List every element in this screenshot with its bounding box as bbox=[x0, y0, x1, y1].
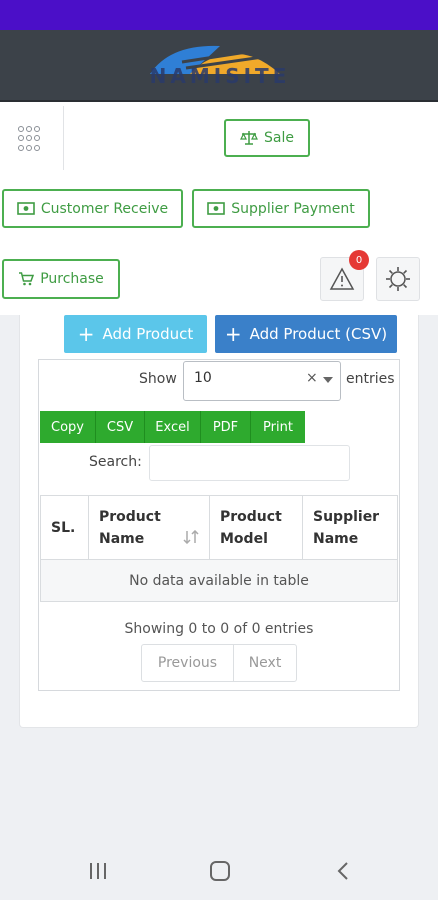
table-row: No data available in table bbox=[40, 559, 398, 602]
divider bbox=[63, 106, 64, 170]
entries-label: entries bbox=[346, 371, 395, 387]
pdf-button[interactable]: PDF bbox=[201, 411, 251, 443]
plus-icon: + bbox=[77, 322, 95, 346]
add-product-csv-button[interactable]: + Add Product (CSV) bbox=[215, 315, 397, 353]
namisite-logo[interactable]: NAMISITE bbox=[110, 40, 330, 96]
customer-receive-label: Customer Receive bbox=[40, 200, 169, 217]
column-header-product-name-label: Product Name bbox=[99, 508, 161, 547]
scale-icon bbox=[240, 131, 258, 145]
table-info: Showing 0 to 0 of 0 entries bbox=[124, 621, 314, 637]
purchase-label: Purchase bbox=[40, 271, 104, 287]
customer-receive-button[interactable]: Customer Receive bbox=[2, 189, 183, 228]
system-navigation-bar bbox=[0, 845, 438, 900]
logo-text: NAMISITE bbox=[149, 64, 291, 88]
column-header-product-model-label: Product Model bbox=[220, 508, 282, 547]
print-button[interactable]: Print bbox=[251, 411, 305, 443]
caret-down-icon bbox=[323, 377, 333, 383]
table-header-row: SL. Product Name Product Model Supplier … bbox=[40, 495, 398, 560]
sale-button[interactable]: Sale bbox=[224, 119, 310, 157]
search-input[interactable] bbox=[149, 445, 350, 481]
copy-button[interactable]: Copy bbox=[40, 411, 96, 443]
page-size-select[interactable]: 10 × bbox=[183, 361, 341, 401]
csv-button[interactable]: CSV bbox=[96, 411, 145, 443]
column-header-product-model[interactable]: Product Model bbox=[209, 495, 303, 560]
add-product-button[interactable]: + Add Product bbox=[64, 315, 207, 353]
supplier-payment-label: Supplier Payment bbox=[231, 200, 355, 217]
money-icon bbox=[17, 202, 35, 215]
empty-message: No data available in table bbox=[40, 559, 398, 602]
shopping-cart-icon bbox=[19, 272, 35, 286]
search-label: Search: bbox=[89, 454, 142, 470]
settings-button[interactable] bbox=[376, 257, 420, 301]
back-icon[interactable] bbox=[336, 861, 350, 881]
warning-icon bbox=[329, 267, 355, 290]
brand-header: NAMISITE bbox=[0, 30, 438, 102]
plus-icon: + bbox=[224, 322, 242, 346]
pagination: Previous Next bbox=[141, 644, 297, 682]
sale-label: Sale bbox=[264, 130, 294, 146]
column-header-supplier-name[interactable]: Supplier Name bbox=[302, 495, 398, 560]
column-header-product-name[interactable]: Product Name bbox=[88, 495, 210, 560]
status-bar bbox=[0, 0, 438, 30]
recent-apps-icon[interactable] bbox=[88, 862, 108, 880]
show-label: Show bbox=[139, 371, 177, 387]
add-product-csv-label: Add Product (CSV) bbox=[249, 325, 388, 343]
product-table: SL. Product Name Product Model Supplier … bbox=[40, 495, 398, 602]
money-icon bbox=[207, 202, 226, 215]
add-product-label: Add Product bbox=[102, 325, 194, 343]
page-size-value: 10 bbox=[194, 370, 212, 386]
app-grid-menu-icon[interactable] bbox=[18, 126, 44, 152]
clear-icon[interactable]: × bbox=[306, 370, 318, 386]
next-button[interactable]: Next bbox=[234, 645, 296, 681]
export-button-group: Copy CSV Excel PDF Print bbox=[40, 411, 305, 443]
sort-icon bbox=[183, 530, 199, 544]
purchase-button[interactable]: Purchase bbox=[2, 259, 120, 299]
notification-badge: 0 bbox=[349, 250, 369, 270]
excel-button[interactable]: Excel bbox=[145, 411, 201, 443]
gear-icon bbox=[386, 267, 410, 291]
supplier-payment-button[interactable]: Supplier Payment bbox=[192, 189, 370, 228]
home-icon[interactable] bbox=[209, 860, 231, 882]
previous-button[interactable]: Previous bbox=[142, 645, 234, 681]
column-header-sl[interactable]: SL. bbox=[40, 495, 89, 560]
column-header-supplier-name-label: Supplier Name bbox=[313, 508, 380, 547]
